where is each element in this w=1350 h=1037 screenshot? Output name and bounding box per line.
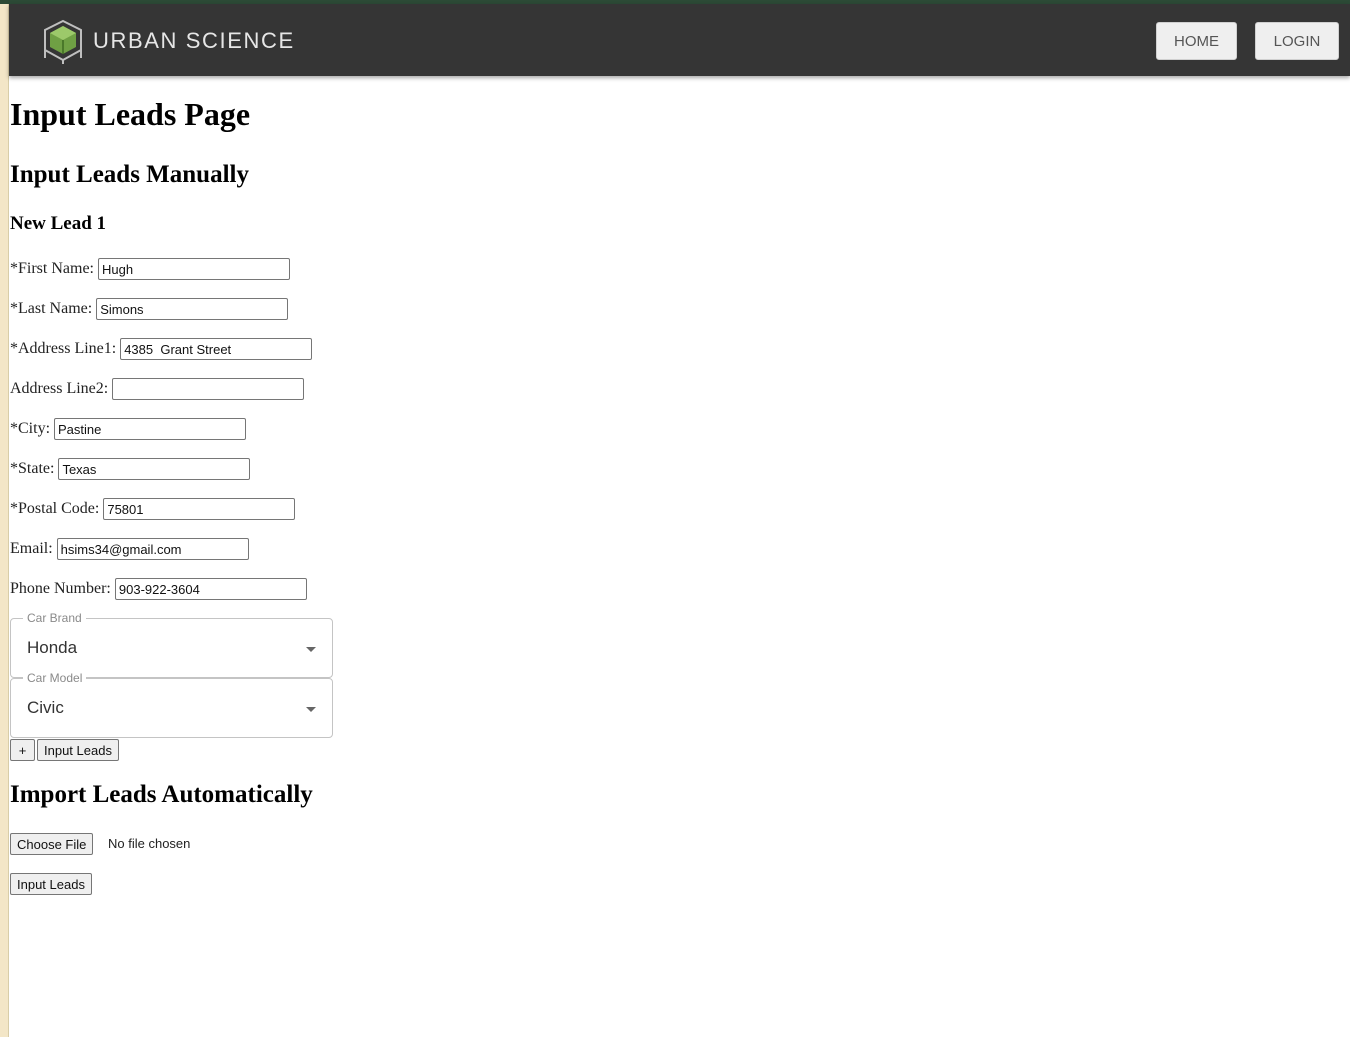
city-input[interactable] — [54, 418, 247, 440]
address-line1-label: *Address Line1: — [10, 340, 117, 357]
last-name-label: *Last Name: — [10, 300, 93, 317]
email-input[interactable] — [56, 538, 249, 560]
phone-row: Phone Number: — [10, 577, 307, 601]
phone-label: Phone Number: — [10, 580, 111, 597]
input-leads-button[interactable]: Input Leads — [37, 739, 119, 761]
first-name-label: *First Name: — [10, 260, 94, 277]
chevron-down-icon — [306, 647, 316, 652]
brand-name: URBAN SCIENCE — [93, 28, 295, 53]
postal-code-row: *Postal Code: — [10, 497, 296, 521]
address-line2-input[interactable] — [112, 378, 305, 400]
choose-file-button[interactable]: Choose File — [10, 833, 94, 855]
login-button[interactable]: LOGIN — [1255, 22, 1339, 60]
car-model-label: Car Model — [23, 671, 87, 685]
chevron-down-icon — [306, 707, 316, 712]
app-bar: URBAN SCIENCE HOME LOGIN — [9, 4, 1350, 76]
first-name-row: *First Name: — [10, 257, 290, 281]
home-button[interactable]: HOME — [1156, 22, 1237, 60]
car-model-select[interactable]: Car Model Civic — [10, 671, 333, 738]
brand[interactable]: URBAN SCIENCE — [41, 18, 295, 64]
first-name-input[interactable] — [98, 258, 290, 280]
postal-code-input[interactable] — [103, 498, 296, 520]
last-name-input[interactable] — [96, 298, 289, 320]
window-frame-left — [0, 4, 9, 1037]
city-row: *City: — [10, 417, 247, 441]
car-brand-select[interactable]: Car Brand Honda — [10, 611, 333, 678]
car-model-value: Civic — [27, 698, 64, 717]
manual-section-title: Input Leads Manually — [10, 161, 249, 188]
import-input-leads-button[interactable]: Input Leads — [10, 873, 92, 895]
address-line2-row: Address Line2: — [10, 377, 305, 401]
postal-code-label: *Postal Code: — [10, 500, 100, 517]
car-brand-label: Car Brand — [23, 611, 86, 625]
state-label: *State: — [10, 460, 55, 477]
city-label: *City: — [10, 420, 51, 437]
urban-science-logo-icon — [44, 19, 82, 64]
add-lead-button[interactable]: + — [10, 739, 35, 761]
car-brand-value: Honda — [27, 638, 78, 657]
phone-input[interactable] — [114, 578, 307, 600]
email-label: Email: — [10, 540, 53, 557]
last-name-row: *Last Name: — [10, 297, 289, 321]
address-line1-row: *Address Line1: — [10, 337, 313, 361]
file-status-text: No file chosen — [108, 836, 191, 851]
address-line1-input[interactable] — [120, 338, 313, 360]
lead-title: New Lead 1 — [10, 213, 107, 234]
page-title: Input Leads Page — [10, 96, 251, 132]
email-row: Email: — [10, 537, 249, 561]
import-section-title: Import Leads Automatically — [10, 781, 313, 808]
state-input[interactable] — [58, 458, 251, 480]
state-row: *State: — [10, 457, 251, 481]
address-line2-label: Address Line2: — [10, 380, 109, 397]
